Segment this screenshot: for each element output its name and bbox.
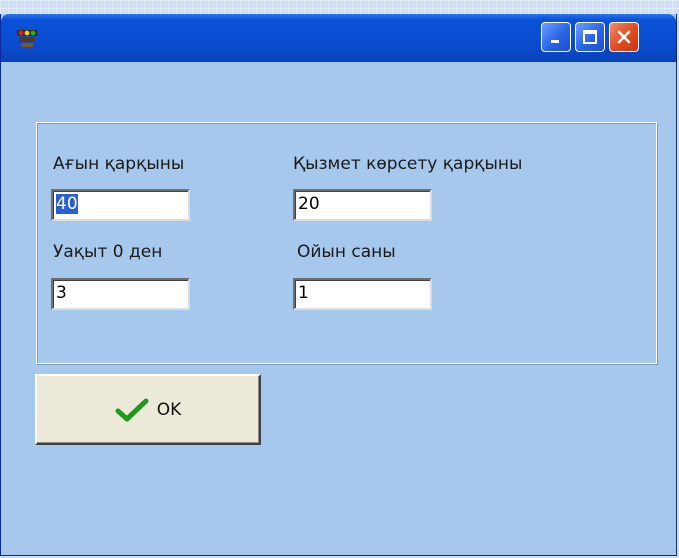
ok-button-label: OK <box>156 399 182 420</box>
time-input[interactable]: 3 <box>51 278 190 310</box>
games-input[interactable]: 1 <box>293 278 432 310</box>
maximize-button[interactable] <box>575 22 605 52</box>
dialog-window: Ағын қарқыны 40 Қызмет көрсету қарқыны 2… <box>0 14 677 556</box>
ok-button[interactable]: OK <box>35 374 261 445</box>
service-rate-input[interactable]: 20 <box>293 189 432 221</box>
service-rate-label: Қызмет көрсету қарқыны <box>293 154 523 174</box>
close-icon <box>617 30 631 44</box>
time-value: 3 <box>56 283 67 303</box>
service-rate-value: 20 <box>298 194 320 214</box>
flow-rate-label: Ағын қарқыны <box>53 154 185 174</box>
minimize-button[interactable] <box>541 22 571 52</box>
traffic-light-icon <box>17 30 37 47</box>
close-button[interactable] <box>609 22 639 52</box>
games-value: 1 <box>298 283 309 303</box>
minimize-icon <box>551 40 559 43</box>
checkmark-icon <box>115 398 149 421</box>
maximize-icon <box>583 30 597 44</box>
games-label: Ойын саны <box>297 242 396 262</box>
title-bar[interactable] <box>1 14 676 62</box>
flow-rate-value: 40 <box>56 194 78 214</box>
time-label: Уақыт 0 ден <box>53 242 163 262</box>
flow-rate-input[interactable]: 40 <box>51 189 190 221</box>
